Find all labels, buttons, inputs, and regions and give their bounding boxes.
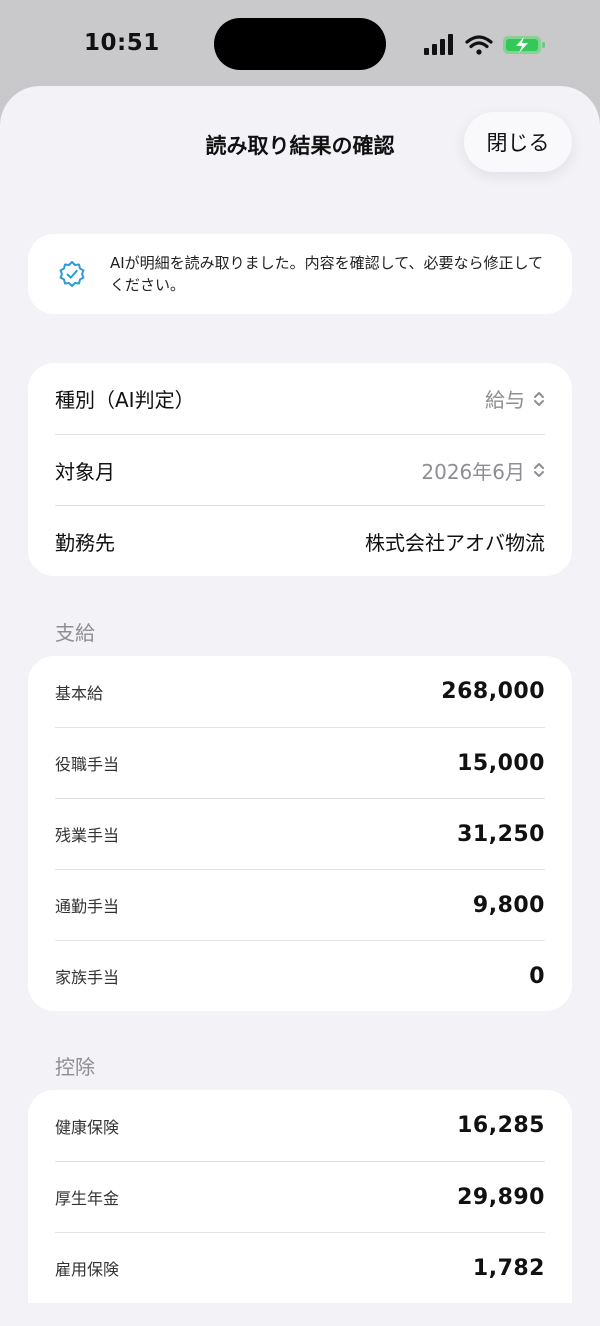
type-select[interactable]: 給与: [485, 384, 545, 413]
deduction-label: 厚生年金: [55, 1189, 120, 1208]
dynamic-island: [214, 18, 386, 70]
payment-label: 家族手当: [55, 968, 120, 987]
type-row[interactable]: 種別（AI判定） 給与: [55, 363, 545, 434]
payment-label: 役職手当: [55, 755, 120, 774]
payment-row[interactable]: 役職手当 15,000: [55, 727, 545, 798]
signal-icon: [424, 34, 453, 55]
close-button[interactable]: 閉じる: [464, 112, 572, 172]
deduction-value[interactable]: 1,782: [473, 1256, 545, 1281]
employer-label: 勤務先: [55, 530, 115, 555]
deductions-section-title: 控除: [55, 1055, 95, 1079]
chevron-up-down-icon: [534, 463, 544, 477]
type-value: 給与: [485, 388, 525, 412]
status-bar: 10:51: [0, 0, 600, 88]
payment-row[interactable]: 通勤手当 9,800: [55, 869, 545, 940]
deduction-row[interactable]: 健康保険 16,285: [55, 1090, 545, 1161]
ai-notice-text: AIが明細を読み取りました。内容を確認して、必要なら修正してください。: [110, 254, 544, 294]
payment-value[interactable]: 15,000: [457, 751, 545, 776]
type-label: 種別（AI判定）: [55, 388, 195, 412]
payment-row[interactable]: 家族手当 0: [55, 940, 545, 1011]
payments-section-title: 支給: [55, 621, 95, 645]
employer-row[interactable]: 勤務先 株式会社アオバ物流: [55, 505, 545, 576]
month-value: 2026年6月: [421, 459, 525, 484]
chevron-up-down-icon: [534, 391, 544, 406]
page-title: 読み取り結果の確認: [205, 134, 395, 158]
deduction-value[interactable]: 16,285: [457, 1113, 545, 1138]
ai-notice: AIが明細を読み取りました。内容を確認して、必要なら修正してください。: [28, 234, 572, 314]
month-row[interactable]: 対象月 2026年6月: [55, 434, 545, 505]
payment-label: 基本給: [55, 683, 104, 703]
deduction-label: 健康保険: [55, 1117, 120, 1137]
deduction-label: 雇用保険: [55, 1260, 120, 1279]
review-sheet: 読み取り結果の確認 閉じる AIが明細を読み取りました。内容を確認して、必要なら…: [0, 86, 600, 1326]
payment-row[interactable]: 残業手当 31,250: [55, 798, 545, 869]
month-select[interactable]: 2026年6月: [421, 456, 545, 485]
deduction-row[interactable]: 厚生年金 29,890: [55, 1161, 545, 1232]
info-card: 種別（AI判定） 給与 対象月 2026年6月 勤務先 株式会社アオバ物流: [28, 363, 572, 576]
status-icons: [424, 34, 545, 55]
month-label: 対象月: [55, 459, 115, 484]
verified-badge-icon: [59, 261, 85, 287]
deductions-card: 健康保険 16,285 厚生年金 29,890 雇用保険 1,782: [28, 1090, 572, 1303]
employer-value[interactable]: 株式会社アオバ物流: [365, 527, 545, 556]
battery-charging-icon: [503, 36, 545, 54]
deduction-row[interactable]: 雇用保険 1,782: [55, 1232, 545, 1303]
payment-label: 通勤手当: [55, 897, 120, 916]
payment-value[interactable]: 0: [529, 964, 545, 989]
payment-value[interactable]: 9,800: [473, 893, 545, 918]
payment-row[interactable]: 基本給 268,000: [55, 656, 545, 727]
payment-label: 残業手当: [55, 826, 120, 845]
payments-card: 基本給 268,000 役職手当 15,000 残業手当 31,250 通勤手当…: [28, 656, 572, 1011]
payment-value[interactable]: 268,000: [441, 679, 545, 704]
deduction-value[interactable]: 29,890: [457, 1185, 545, 1210]
wifi-icon: [465, 35, 493, 55]
status-time: 10:51: [84, 30, 160, 56]
payment-value[interactable]: 31,250: [457, 822, 545, 847]
